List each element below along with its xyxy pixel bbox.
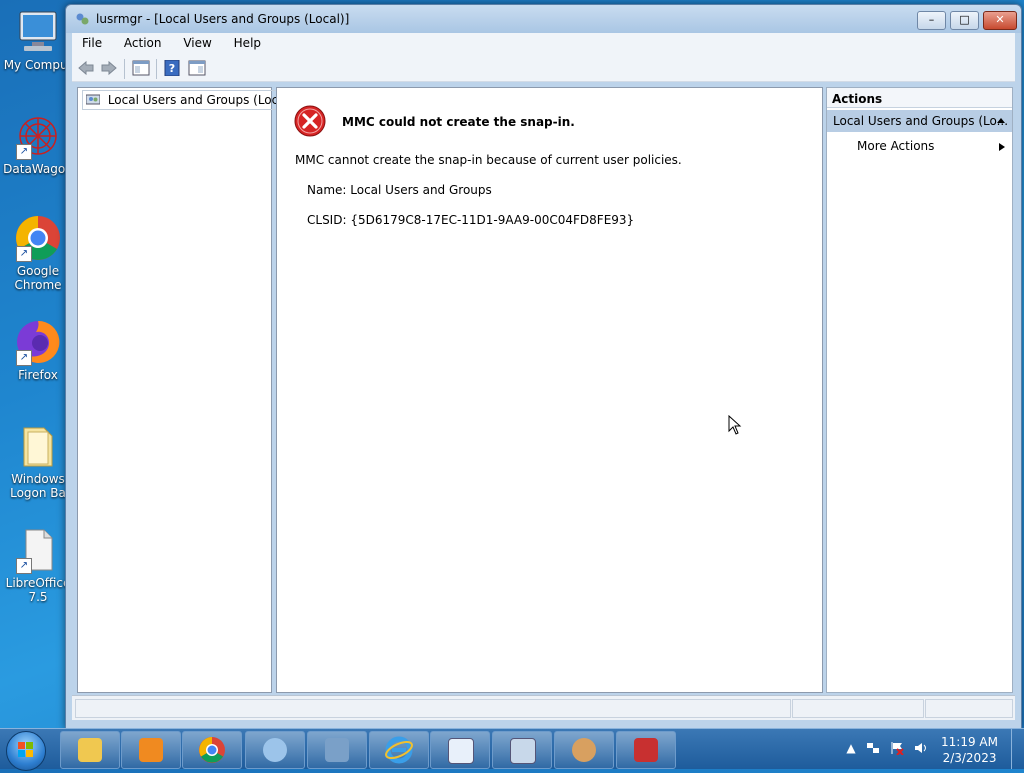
chrome-icon: ↗ (14, 214, 62, 262)
text-document-icon (448, 738, 474, 764)
tree-pane: Local Users and Groups (Local) (77, 87, 298, 693)
submenu-arrow-icon (998, 141, 1006, 155)
document-icon: ↗ (14, 526, 62, 574)
actions-header: Actions (827, 88, 1012, 108)
actions-pane: Actions Local Users and Groups (Lo... Mo… (826, 87, 1013, 693)
taskbar-chrome[interactable] (182, 731, 242, 769)
desktop-icon-label: Windows Logon Ba (10, 472, 66, 500)
volume-icon[interactable] (914, 741, 928, 755)
windows-logo-icon (18, 742, 33, 757)
taskbar: ▲ 11:19 AM 2/3/2023 (0, 728, 1024, 771)
status-bar (72, 695, 1015, 720)
desktop-icon-label: LibreOffice 7.5 (5, 576, 71, 604)
eyes-icon (263, 738, 287, 762)
taskbar-network-tool[interactable] (307, 731, 367, 769)
clock-time: 11:19 AM (941, 735, 998, 749)
taskbar-text-editor[interactable] (430, 731, 490, 769)
start-button[interactable] (6, 731, 46, 771)
show-hide-action-pane-icon[interactable] (187, 60, 207, 78)
snapin-clsid: CLSID: {5D6179C8-17EC-11D1-9AA9-00C04FD8… (307, 213, 635, 227)
tree-item-label: Local Users and Groups (Local) (107, 93, 294, 107)
folder-icon (78, 738, 102, 762)
clock-date: 2/3/2023 (942, 751, 997, 765)
taskbar-explorer[interactable] (60, 731, 120, 769)
error-title: MMC could not create the snap-in. (342, 115, 575, 129)
taskbar-keyboard[interactable] (492, 731, 552, 769)
error-message: MMC cannot create the snap-in because of… (295, 153, 682, 167)
taskbar-toolbox[interactable] (616, 731, 676, 769)
maximize-button[interactable]: □ (950, 11, 979, 30)
help-icon[interactable]: ? (162, 59, 182, 78)
svg-text:?: ? (169, 62, 175, 75)
chrome-icon (198, 736, 226, 767)
shortcut-arrow-icon: ↗ (16, 558, 32, 574)
desktop-icon-label: Firefox (18, 368, 58, 382)
show-desktop-button[interactable] (1011, 729, 1024, 769)
show-hide-tree-icon[interactable] (131, 60, 151, 78)
menu-help[interactable]: Help (224, 33, 269, 50)
menu-action[interactable]: Action (114, 33, 170, 50)
users-icon (572, 738, 596, 762)
desktop-icon-label: My Comput (3, 58, 73, 72)
tree-item-local-users-and-groups[interactable]: Local Users and Groups (Local) (82, 90, 298, 110)
mmc-window: lusrmgr - [Local Users and Groups (Local… (65, 4, 1022, 729)
collapse-arrow-icon[interactable] (996, 114, 1006, 128)
desktop-icon-label: DataWagon (3, 162, 73, 176)
result-pane: MMC could not create the snap-in. MMC ca… (276, 87, 823, 693)
toolbox-icon (634, 738, 658, 762)
shortcut-arrow-icon: ↗ (16, 350, 32, 366)
menu-file[interactable]: File (72, 33, 110, 50)
media-player-icon (139, 738, 163, 762)
clock[interactable]: 11:19 AM 2/3/2023 (941, 734, 998, 766)
status-cell (75, 699, 791, 718)
taskbar-users[interactable] (554, 731, 614, 769)
status-cell (925, 699, 1013, 718)
datawagon-icon: ↗ (14, 112, 62, 160)
back-arrow-icon[interactable] (76, 60, 96, 78)
keyboard-icon (510, 738, 536, 764)
forward-arrow-icon[interactable] (99, 60, 119, 78)
title-bar[interactable]: lusrmgr - [Local Users and Groups (Local… (66, 5, 1021, 33)
mmc-app-icon (75, 12, 89, 26)
toolbar-separator (124, 59, 125, 79)
menu-view[interactable]: View (173, 33, 219, 50)
shortcut-arrow-icon: ↗ (16, 144, 32, 160)
toolbar-separator (156, 59, 157, 79)
taskbar-internet-explorer[interactable] (369, 731, 429, 769)
folder-icon (14, 422, 62, 470)
network-computer-icon (325, 738, 349, 762)
actions-section-label: Local Users and Groups (Lo... (833, 114, 1009, 128)
action-center-flag-icon[interactable] (890, 741, 904, 756)
close-button[interactable]: ✕ (983, 11, 1017, 30)
window-title: lusrmgr - [Local Users and Groups (Local… (96, 12, 350, 26)
error-icon (294, 105, 326, 140)
network-icon[interactable] (866, 741, 880, 755)
firefox-icon: ↗ (14, 318, 62, 366)
menu-bar: File Action View Help (72, 33, 1015, 55)
taskbar-media-player[interactable] (121, 731, 181, 769)
desktop-icon-label: Google Chrome (14, 264, 62, 292)
show-hidden-icons-arrow-icon[interactable]: ▲ (844, 741, 858, 755)
toolbar: ? (72, 55, 1015, 82)
computer-icon (14, 8, 62, 56)
snapin-name: Name: Local Users and Groups (307, 183, 492, 197)
minimize-button[interactable]: – (917, 11, 946, 30)
mouse-cursor-icon (728, 414, 742, 438)
actions-section-local-users[interactable]: Local Users and Groups (Lo... (827, 110, 1012, 132)
more-actions-label: More Actions (857, 139, 935, 153)
taskbar-watcher[interactable] (245, 731, 305, 769)
status-cell (792, 699, 924, 718)
more-actions-item[interactable]: More Actions (857, 139, 1008, 157)
users-groups-icon (85, 94, 101, 105)
internet-explorer-icon (385, 736, 413, 767)
shortcut-arrow-icon: ↗ (16, 246, 32, 262)
